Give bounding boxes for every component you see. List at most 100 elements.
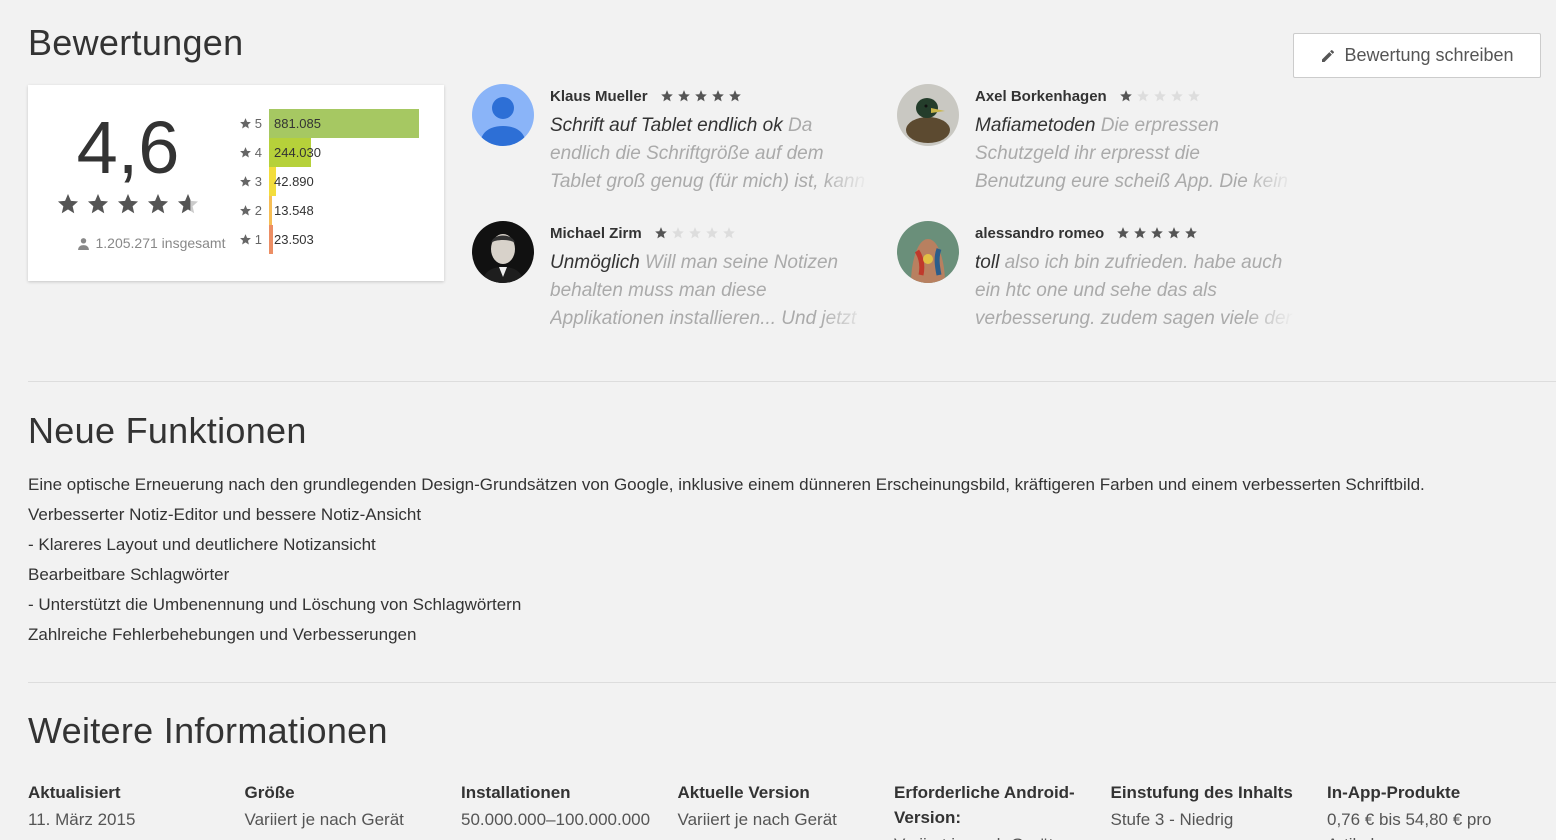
star-icon — [694, 90, 707, 102]
review-title: Mafiametoden — [975, 115, 1096, 136]
histogram-row: 1 23.503 — [233, 225, 419, 254]
info-value: Variiert je nach Gerät — [894, 832, 1101, 840]
star-icon — [660, 90, 673, 102]
review-body: alessandro romeo toll also ich bin zufrie… — [975, 223, 1305, 333]
histogram-star-label: 2 — [233, 203, 269, 218]
histogram-row: 3 42.890 — [233, 167, 419, 196]
review-text: Mafiametoden Die erpressen Schutzgeld ih… — [975, 112, 1295, 196]
info-label: Größe — [244, 783, 295, 802]
star-icon — [1170, 90, 1183, 102]
histogram-star-label: 5 — [233, 116, 269, 131]
review-excerpt: also ich bin zufrieden. habe auch ein ht… — [975, 252, 1292, 329]
portrait-photo-avatar — [472, 221, 534, 283]
star-icon — [705, 227, 718, 239]
pencil-icon — [1322, 49, 1335, 62]
histogram-count: 244.030 — [274, 145, 321, 160]
histogram-star-label: 3 — [233, 174, 269, 189]
info-value: 0,76 € bis 54,80 € pro Artikel — [1327, 810, 1492, 840]
section-divider — [28, 682, 1556, 683]
star-icon — [654, 227, 667, 239]
star-icon — [1136, 90, 1149, 102]
review-text: toll also ich bin zufrieden. habe auch e… — [975, 249, 1295, 333]
histogram-bar — [269, 225, 273, 254]
tattoo-photo-avatar — [897, 221, 959, 283]
histogram-star-number: 2 — [254, 203, 262, 218]
star-icon — [711, 90, 724, 102]
star-icon — [58, 194, 78, 214]
review-title: Schrift auf Tablet endlich ok — [550, 115, 783, 136]
ratings-title: Bewertungen — [28, 22, 244, 63]
total-ratings-label: 1.205.271 insgesamt — [95, 235, 226, 251]
star-icon — [1153, 90, 1166, 102]
review-header: Michael Zirm — [550, 223, 880, 243]
average-stars — [56, 192, 200, 216]
total-ratings: 1.205.271 insgesamt — [56, 235, 246, 251]
star-icon — [1151, 227, 1164, 239]
review-card[interactable]: Klaus Mueller Schrift auf Tablet endlich … — [472, 84, 870, 204]
histogram-star-number: 5 — [254, 116, 262, 131]
star-icon — [728, 90, 741, 102]
info-label: Einstufung des Inhalts — [1110, 783, 1293, 802]
section-divider — [28, 381, 1556, 382]
star-icon — [1187, 90, 1200, 102]
histogram-star-number: 3 — [254, 174, 262, 189]
info-size: Größe Variiert je nach Gerät — [245, 780, 462, 840]
review-text: Schrift auf Tablet endlich ok Da endlich… — [550, 112, 870, 196]
star-icon — [239, 176, 251, 187]
star-icon — [722, 227, 735, 239]
whats-new-list: Eine optische Erneuerung nach den grundl… — [28, 470, 1425, 650]
histogram-bar — [269, 196, 272, 225]
review-title: toll — [975, 252, 1000, 273]
review-card[interactable]: alessandro romeo toll also ich bin zufrie… — [897, 221, 1295, 341]
star-icon — [118, 194, 138, 214]
review-stars — [1119, 89, 1201, 103]
histogram-row: 2 13.548 — [233, 196, 419, 225]
histogram-count: 13.548 — [274, 203, 314, 218]
info-value: 50.000.000–100.000.000 — [461, 810, 651, 829]
review-title: Unmöglich — [550, 252, 640, 273]
more-info-title: Weitere Informationen — [28, 710, 388, 751]
review-body: Michael Zirm Unmöglich Will man seine Not… — [550, 223, 880, 333]
write-review-label: Bewertung schreiben — [1344, 45, 1514, 65]
star-icon — [671, 227, 684, 239]
info-content-rating: Einstufung des Inhalts Stufe 3 - Niedrig — [1111, 780, 1328, 840]
star-icon — [148, 194, 168, 214]
review-author[interactable]: Axel Borkenhagen — [975, 88, 1107, 105]
whats-new-title: Neue Funktionen — [28, 410, 307, 451]
review-body: Klaus Mueller Schrift auf Tablet endlich … — [550, 86, 880, 196]
rating-histogram: 5 881.085 4 244.030 3 42.890 2 13.548 1 23.503 — [233, 109, 419, 254]
star-icon — [88, 194, 108, 214]
histogram-star-label: 1 — [233, 232, 269, 247]
review-card[interactable]: Axel Borkenhagen Mafiametoden Die erpress… — [897, 84, 1295, 204]
info-version: Aktuelle Version Variiert je nach Gerät — [678, 780, 895, 840]
review-header: Axel Borkenhagen — [975, 86, 1305, 106]
review-author[interactable]: Michael Zirm — [550, 225, 642, 242]
whats-new-line: - Unterstützt die Umbenennung und Löschu… — [28, 595, 522, 614]
info-value: Variiert je nach Gerät — [677, 810, 837, 829]
review-author[interactable]: alessandro romeo — [975, 225, 1104, 242]
review-header: alessandro romeo — [975, 223, 1305, 243]
histogram-star-number: 1 — [254, 232, 262, 247]
star-icon — [1134, 227, 1147, 239]
info-installs: Installationen 50.000.000–100.000.000 — [461, 780, 678, 840]
star-icon — [688, 227, 701, 239]
histogram-row: 5 881.085 — [233, 109, 419, 138]
write-review-button[interactable]: Bewertung schreiben — [1293, 33, 1541, 78]
star-icon — [1168, 227, 1181, 239]
star-icon — [1117, 227, 1130, 239]
info-value: Variiert je nach Gerät — [244, 810, 404, 829]
info-label: In-App-Produkte — [1327, 783, 1461, 802]
whats-new-line: Zahlreiche Fehlerbehebungen und Verbesse… — [28, 625, 417, 644]
info-value: 11. März 2015 — [28, 810, 136, 829]
star-icon — [1119, 90, 1132, 102]
info-android-version: Erforderliche Android-Version: Variiert j… — [894, 780, 1111, 840]
review-author[interactable]: Klaus Mueller — [550, 88, 648, 105]
duck-photo-avatar — [897, 84, 959, 146]
whats-new-line: Bearbeitbare Schlagwörter — [28, 565, 230, 584]
info-label: Installationen — [461, 783, 571, 802]
review-stars — [654, 226, 736, 240]
review-card[interactable]: Michael Zirm Unmöglich Will man seine Not… — [472, 221, 870, 341]
star-icon — [178, 194, 198, 214]
review-body: Axel Borkenhagen Mafiametoden Die erpress… — [975, 86, 1305, 196]
star-icon — [1185, 227, 1198, 239]
